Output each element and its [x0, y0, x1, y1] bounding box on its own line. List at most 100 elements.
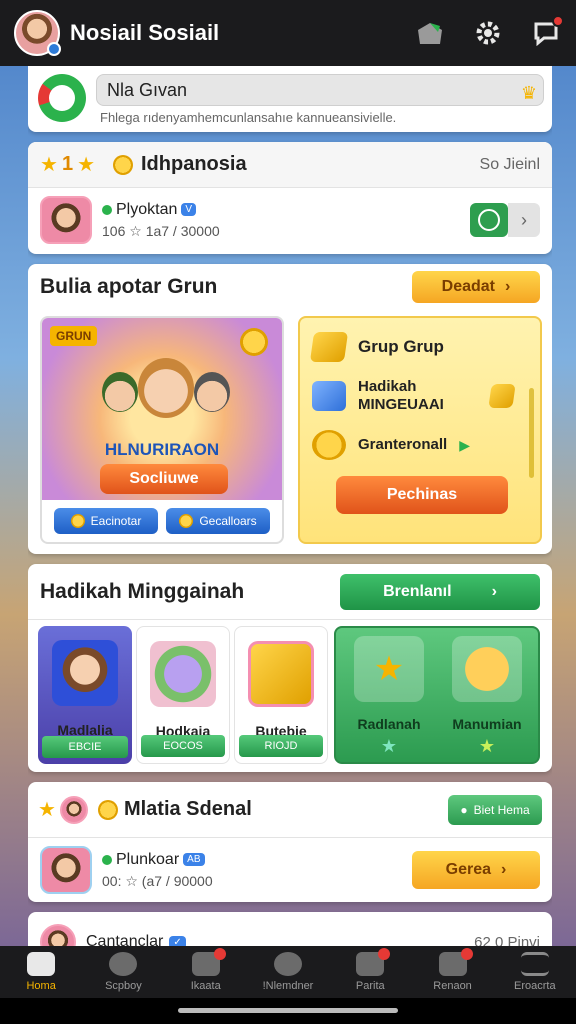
chat-icon[interactable]: [530, 15, 564, 49]
character-image: [138, 358, 194, 418]
members-filter-label: Biet Hema: [473, 802, 530, 817]
gift-tile[interactable]: Hodkaia EOCOS: [136, 626, 230, 764]
nav-chat[interactable]: Ikaata: [166, 948, 246, 992]
scrollbar[interactable]: [529, 388, 534, 478]
member-badge: V: [181, 203, 197, 216]
star-icon: ★: [354, 636, 424, 702]
coin-icon: [179, 514, 194, 528]
online-dot: [102, 204, 112, 215]
box-icon: [312, 381, 346, 411]
gifts-title: Hadikah Minggainah: [40, 579, 245, 603]
group-meta[interactable]: So Jieinl: [480, 156, 540, 174]
coin-icon: [240, 328, 268, 356]
compass-icon: [109, 952, 138, 976]
gift-tile[interactable]: Butebie RIOJD: [234, 626, 328, 764]
nav-menu[interactable]: Eroacrta: [495, 952, 575, 992]
gift-price[interactable]: EBCIE: [42, 736, 128, 758]
member-name: Plunkoar: [116, 850, 180, 868]
promo-tab-label: Gecalloars: [199, 514, 257, 528]
search-input-value: Nla Gıvan: [107, 80, 188, 100]
member-row[interactable]: Cantanclar ✓ 62 0 Pinvi: [28, 912, 552, 946]
coin-icon: [113, 154, 133, 175]
promo-brand: HLNURIRAON: [104, 440, 220, 459]
gift-tile[interactable]: Madlalia EBCIE: [38, 626, 132, 764]
gold-bar-icon: [309, 332, 349, 362]
coin-icon: [70, 514, 85, 528]
timer-button[interactable]: [470, 203, 508, 237]
gift-image: [150, 641, 216, 707]
claim-button[interactable]: Pechinas: [336, 476, 508, 514]
menu-icon: [520, 952, 549, 976]
member-row[interactable]: Plyoktan V 106 ☆ 1a7 / 30000 ›: [28, 188, 552, 252]
gifts-more-button[interactable]: Brenlanıl ›: [340, 573, 540, 610]
search-input[interactable]: Nla Gıvan ♛: [96, 74, 544, 106]
nav-messages[interactable]: Renaon: [413, 948, 493, 992]
avatar: [59, 795, 88, 824]
promo-rewards-panel: Grup Grup Hadikah MINGEUAAI Granteronall…: [298, 316, 542, 544]
members-filter-button[interactable]: ● Biet Hema: [448, 794, 542, 825]
coin-icon: [312, 430, 346, 460]
profile-avatar[interactable]: [14, 10, 61, 56]
mascot-icon: [452, 636, 522, 702]
gift-price[interactable]: RIOJD: [239, 735, 323, 757]
avatar[interactable]: [40, 196, 92, 244]
bottom-nav: Homa Scpboy Ikaata !Nlemdner Parita Rena…: [0, 946, 576, 998]
gifts-card: Hadikah Minggainah Brenlanıl › Madlalia E…: [28, 564, 552, 772]
coin-icon: [97, 799, 118, 820]
nav-home[interactable]: Homa: [1, 952, 81, 992]
nav-explore[interactable]: Scpboy: [83, 952, 163, 992]
featured-gift[interactable]: Manumian ★: [444, 636, 530, 757]
member-name: Plyoktan: [116, 200, 178, 218]
character-image: [194, 372, 230, 412]
top-bar: Nosiail Sosiail: [0, 0, 576, 66]
avatar[interactable]: [40, 924, 76, 946]
members-card: ★ Mlatia Sdenal ● Biet Hema Plunkoar AB 00…: [28, 782, 552, 902]
gift-featured-panel: ★ Radlanah ★ Manumian ★: [334, 626, 540, 764]
star-icon: ★: [77, 154, 95, 176]
member-stats: 00: ☆ (a7 / 90000: [102, 872, 213, 889]
main-feed[interactable]: Nla Gıvan ♛ Fhlega rıdenyamhemcunlansahı…: [28, 66, 552, 946]
promo-banner[interactable]: GRUN HLNURIRAON Socliuwe Eacinotar Gecal…: [40, 316, 284, 544]
gear-icon[interactable]: [472, 17, 504, 49]
play-arrow-icon[interactable]: ▶: [459, 437, 470, 454]
promo-join-button[interactable]: Socliuwe: [100, 464, 228, 494]
featured-gift-name: Radlanah: [357, 716, 421, 732]
group-title: Idhpanosia: [141, 153, 247, 175]
gift-image: [248, 641, 314, 707]
promo-detail-label: Deadat: [441, 278, 496, 295]
chevron-right-icon[interactable]: ›: [508, 203, 540, 237]
member-stats: 106 ☆ 1a7 / 30000: [102, 222, 220, 239]
members-title: Mlatia Sdenal: [123, 798, 252, 820]
promo-tab[interactable]: Gecalloars: [166, 508, 270, 534]
nav-send[interactable]: !Nlemdner: [248, 952, 328, 992]
gold-bar-icon: [488, 384, 516, 408]
star-icon: ★: [38, 799, 56, 821]
nav-group[interactable]: Parita: [330, 948, 410, 992]
crown-icon[interactable]: ♛: [521, 78, 537, 108]
nav-label: Parita: [355, 980, 385, 992]
star-icon: ★: [40, 154, 58, 176]
store-icon[interactable]: [414, 17, 446, 49]
gift-price[interactable]: EOCOS: [141, 735, 225, 757]
promo-title: Bulia apotar Grun: [40, 275, 218, 298]
featured-gift[interactable]: ★ Radlanah ★: [346, 636, 432, 757]
system-home-bar: [0, 998, 576, 1024]
nav-label: Scpboy: [105, 980, 142, 992]
notification-dot: [460, 948, 473, 960]
promo-card: Bulia apotar Grun Deadat › GRUN HLNURIRAO…: [28, 264, 552, 554]
promo-tag: GRUN: [50, 326, 98, 346]
member-badge: AB: [183, 853, 205, 866]
member-meta: 62 0 Pinvi: [474, 933, 540, 947]
promo-tab[interactable]: Eacinotar: [54, 508, 158, 534]
nav-label: Homa: [26, 980, 56, 992]
search-card: Nla Gıvan ♛ Fhlega rıdenyamhemcunlansahı…: [28, 66, 552, 132]
member-row[interactable]: Plunkoar AB 00: ☆ (a7 / 90000 Gerea ›: [28, 838, 552, 902]
promo-detail-button[interactable]: Deadat ›: [412, 271, 540, 303]
nav-label: Ikaata: [190, 980, 221, 992]
dot-icon: ●: [460, 802, 468, 817]
avatar[interactable]: [40, 846, 92, 894]
member-action-button[interactable]: Gerea ›: [412, 851, 540, 889]
send-icon: [273, 952, 302, 976]
app-logo-icon: [38, 74, 86, 122]
home-indicator[interactable]: [178, 1008, 398, 1013]
